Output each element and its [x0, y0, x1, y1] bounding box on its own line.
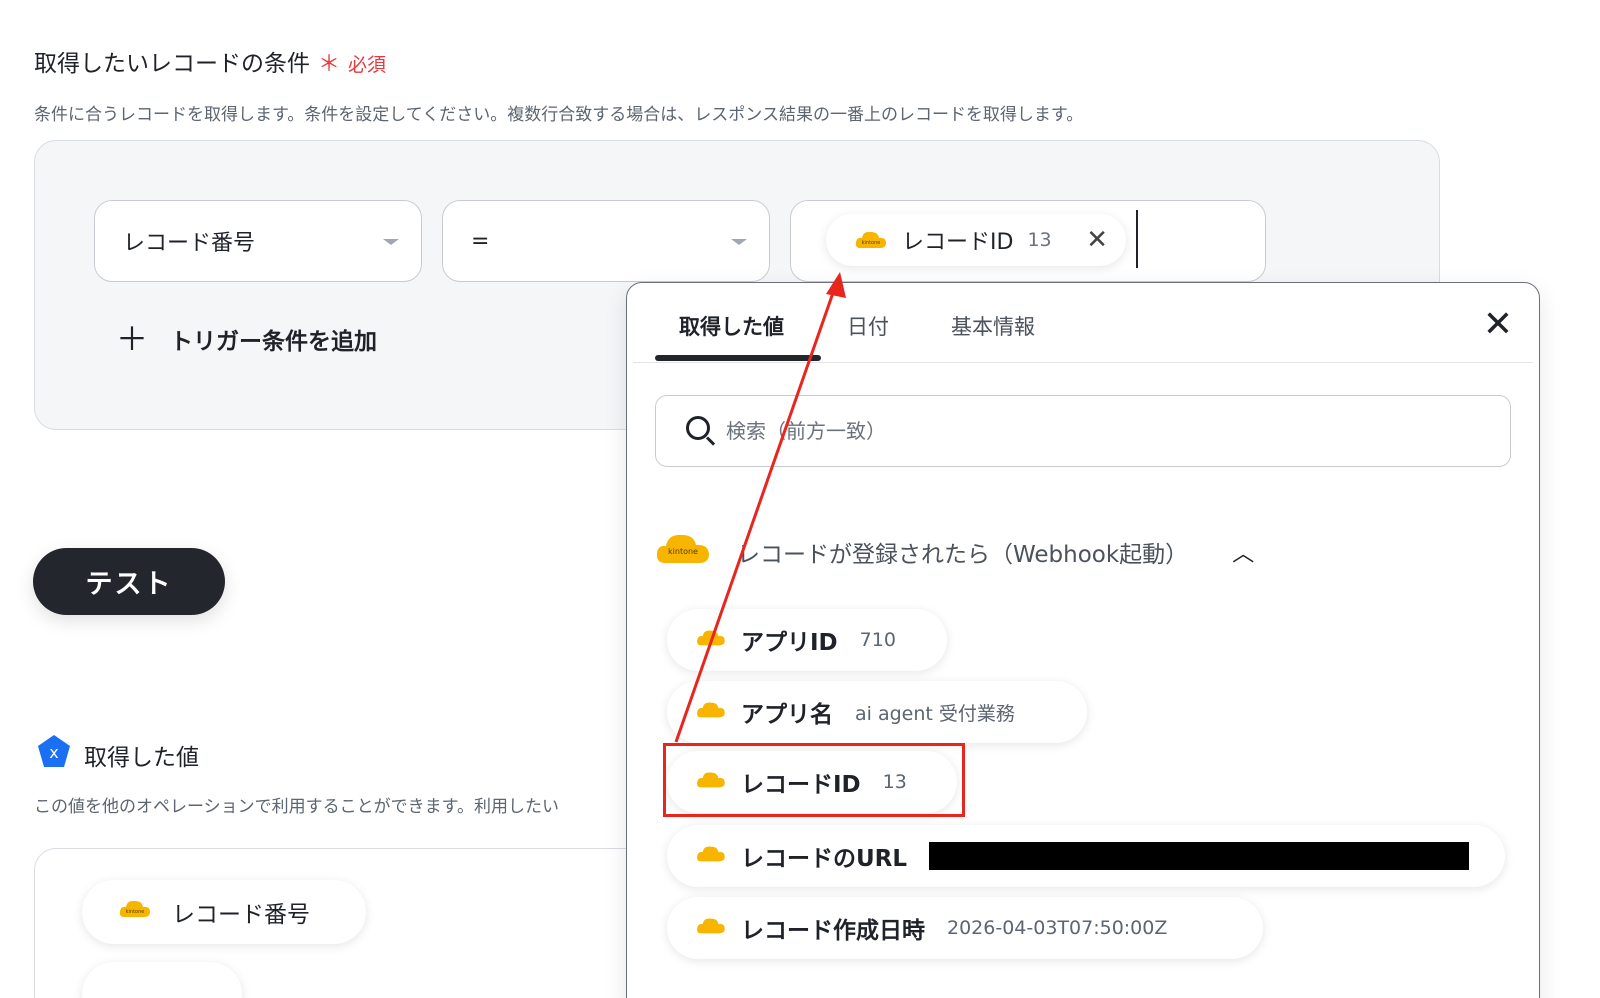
annotation-arrow	[674, 272, 846, 743]
